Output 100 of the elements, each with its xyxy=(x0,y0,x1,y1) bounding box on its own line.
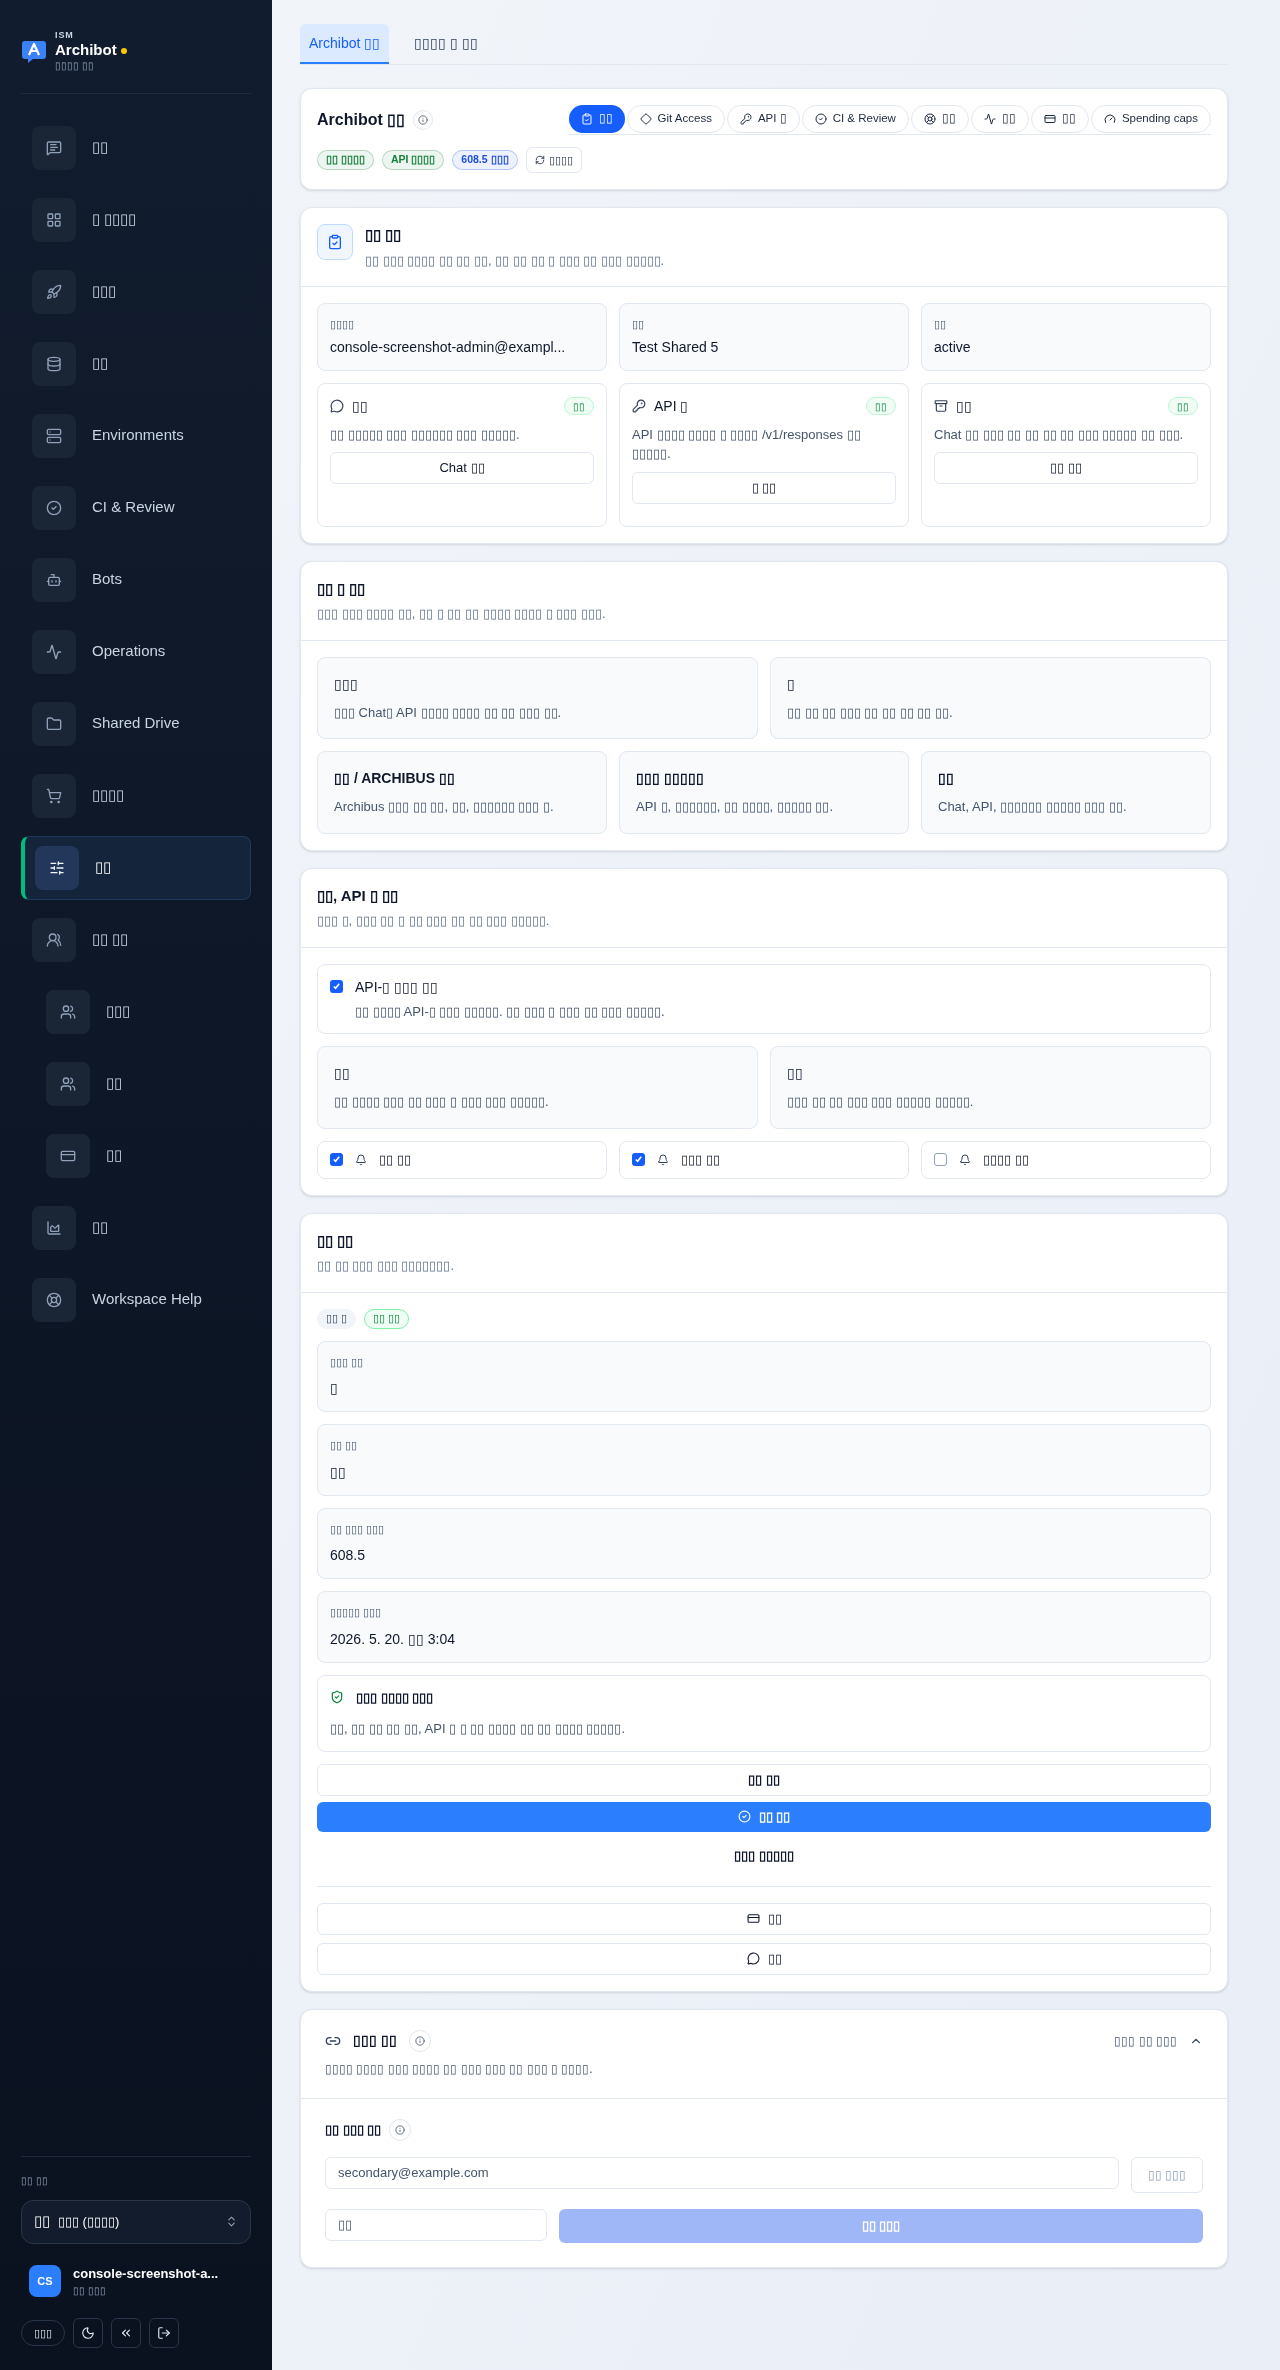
robot-icon xyxy=(46,571,62,588)
bell-icon xyxy=(959,1153,971,1166)
card-title: ▯▯ ▯▯ xyxy=(365,225,403,245)
option-label: API-▯ ▯▯▯ ▯▯ xyxy=(355,977,439,997)
sidebar-item[interactable]: Operations xyxy=(21,619,251,684)
tile-description: API ▯, ▯▯▯▯▯▯, ▯▯ ▯▯▯▯, ▯▯▯▯▯ ▯▯. xyxy=(636,798,835,816)
check-icon xyxy=(332,1155,341,1164)
info-label: ▯▯ xyxy=(632,317,645,332)
collapse-toggle[interactable]: ▯▯▯ ▯▯ ▯▯▯ xyxy=(1114,2031,1203,2050)
sidebar-item[interactable]: ▯▯ xyxy=(21,1195,251,1260)
check-circle-icon xyxy=(46,499,62,516)
section-pill[interactable]: ▯▯ xyxy=(910,105,969,133)
tab[interactable]: Archibot ▯▯ xyxy=(300,24,390,64)
checkbox[interactable] xyxy=(934,1153,947,1166)
sidebar-item[interactable]: ▯▯ xyxy=(21,331,251,396)
primary-button[interactable]: ▯▯ ▯▯ xyxy=(317,1801,1211,1832)
tile-title: ▯ xyxy=(787,674,796,694)
sidebar-item[interactable]: Bots xyxy=(21,547,251,612)
status-tag: ▯▯ ▯ xyxy=(317,1308,356,1329)
feature-button[interactable]: ▯ ▯▯ xyxy=(632,471,896,504)
section-pill[interactable]: CI & Review xyxy=(801,105,909,133)
lifebuoy-icon xyxy=(923,113,936,125)
field-value: ▯ xyxy=(330,1379,339,1398)
tile-title: ▯▯ xyxy=(787,1064,804,1083)
section-pill[interactable]: ▯▯ xyxy=(568,105,625,133)
feature-title: ▯▯ xyxy=(956,396,972,416)
grid-icon xyxy=(46,211,62,228)
sidebar-item[interactable]: Shared Drive xyxy=(21,691,251,756)
checkbox[interactable] xyxy=(330,1153,343,1166)
workspace-select[interactable]: ▯▯ ▯▯▯ (▯▯▯▯) xyxy=(21,2199,251,2244)
chat-bubble-icon xyxy=(746,1952,760,1965)
tab[interactable]: ▯▯▯▯ ▯ ▯▯ xyxy=(405,24,488,64)
link-button[interactable]: ▯▯ xyxy=(317,1942,1211,1975)
tile-description: ▯▯ ▯▯▯▯ ▯▯▯ ▯▯ ▯▯▯ ▯ ▯▯▯ ▯▯▯ ▯▯▯▯▯. xyxy=(334,1093,550,1111)
double-chevron-left-icon xyxy=(119,2326,133,2340)
sidebar-item[interactable]: ▯▯▯ xyxy=(21,259,251,324)
sidebar-item[interactable]: Environments xyxy=(21,403,251,468)
chevrons-icon xyxy=(225,2215,238,2228)
collapse-button[interactable] xyxy=(111,2318,141,2348)
sidebar-item[interactable]: ▯▯▯▯ xyxy=(21,763,251,828)
refresh-button[interactable]: ▯▯▯▯ xyxy=(525,147,582,173)
card-title: ▯▯ ▯▯ xyxy=(317,1230,355,1251)
feature-button[interactable]: ▯▯ ▯▯ xyxy=(934,452,1198,484)
code-field[interactable]: ▯▯ xyxy=(325,2208,547,2241)
pulse-icon xyxy=(46,643,62,660)
sidebar-item[interactable]: ▯▯ xyxy=(35,1123,251,1188)
tile-description: ▯▯ ▯▯ ▯▯ ▯▯▯ ▯▯ ▯▯ ▯▯ ▯▯ ▯▯. xyxy=(787,703,954,722)
action-button[interactable]: ▯▯ ▯▯ xyxy=(317,1763,1211,1796)
check-icon xyxy=(634,1155,643,1164)
section-pill[interactable]: ▯▯ xyxy=(970,105,1029,133)
sidebar-item[interactable]: ▯▯ xyxy=(21,115,251,180)
tile-description: Archibus ▯▯▯ ▯▯ ▯▯, ▯▯, ▯▯▯▯▯▯ ▯▯▯ ▯. xyxy=(334,798,555,816)
card-icon xyxy=(1043,113,1056,125)
field-value: 608.5 xyxy=(330,1546,367,1565)
notification-option[interactable]: ▯▯ ▯▯ xyxy=(317,1140,607,1179)
sidebar-item[interactable]: ▯ ▯▯▯▯ xyxy=(21,187,251,252)
theme-button[interactable] xyxy=(73,2318,103,2348)
status-badge: 608.5 ▯▯▯ xyxy=(452,150,518,170)
logout-button[interactable] xyxy=(149,2318,179,2348)
notice-title: ▯▯▯ ▯▯▯▯ ▯▯▯ xyxy=(356,1688,434,1707)
field-label: ▯▯▯▯▯ ▯▯▯ xyxy=(330,1605,383,1620)
section-pill[interactable]: API ▯ xyxy=(726,105,800,133)
info-label: ▯▯ xyxy=(934,317,947,332)
feature-description: API ▯▯▯▯ ▯▯▯▯ ▯ ▯▯▯▯ /v1/responses ▯▯ ▯▯▯▯▯. xyxy=(632,425,862,463)
folder-icon xyxy=(46,715,62,732)
tile-title: ▯▯ xyxy=(334,1064,351,1083)
clipboard-icon xyxy=(317,224,353,260)
info-value: Test Shared 5 xyxy=(632,337,720,357)
notification-option[interactable]: ▯▯▯▯ ▯▯ xyxy=(921,1140,1211,1179)
bell-icon xyxy=(355,1153,367,1166)
moon-icon xyxy=(81,2326,95,2340)
rocket-icon xyxy=(46,283,62,300)
user-avatar: CS xyxy=(29,2264,61,2297)
sidebar-item[interactable]: CI & Review xyxy=(21,475,251,540)
user-name: console-screenshot-a... xyxy=(73,2264,219,2283)
server-icon xyxy=(46,427,62,444)
section-pill[interactable]: ▯▯ xyxy=(1030,105,1089,133)
section-pill[interactable]: Git Access xyxy=(626,105,725,133)
checkbox[interactable] xyxy=(330,979,343,993)
feature-description: ▯▯ ▯▯▯▯▯ ▯▯▯ ▯▯▯▯▯▯ ▯▯▯ ▯▯▯▯▯. xyxy=(330,425,521,444)
feature-button[interactable]: Chat ▯▯ xyxy=(330,452,594,484)
sidebar-item[interactable]: ▯▯▯ xyxy=(35,979,251,1044)
tile-title: ▯▯ xyxy=(938,769,955,788)
notification-option[interactable]: ▯▯▯ ▯▯ xyxy=(619,1140,909,1179)
sidebar-item[interactable]: Workspace Help xyxy=(21,1267,251,1332)
section-pill[interactable]: Spending caps xyxy=(1090,105,1211,133)
card-title: ▯▯▯ ▯▯ xyxy=(353,2031,397,2050)
text-button[interactable]: ▯▯▯ ▯▯▯▯▯ xyxy=(317,1837,1211,1874)
link-button[interactable]: ▯▯ xyxy=(317,1902,1211,1935)
shield-icon xyxy=(330,1690,344,1705)
sidebar-item[interactable]: ▯▯ ▯▯ xyxy=(21,907,251,972)
feature-badge: ▯▯ xyxy=(1168,397,1198,415)
status-badge: ▯▯ ▯▯▯▯ xyxy=(317,150,374,170)
email-field[interactable]: secondary@example.com xyxy=(325,2156,1119,2189)
logo-icon xyxy=(21,38,47,65)
tile-description: Chat, API, ▯▯▯▯▯▯ ▯▯▯▯▯ ▯▯▯ ▯▯. xyxy=(938,798,1128,816)
checkbox[interactable] xyxy=(632,1153,645,1166)
sidebar-item[interactable]: ▯▯ xyxy=(21,835,251,900)
bell-icon xyxy=(657,1153,669,1166)
sidebar-item[interactable]: ▯▯ xyxy=(35,1051,251,1116)
